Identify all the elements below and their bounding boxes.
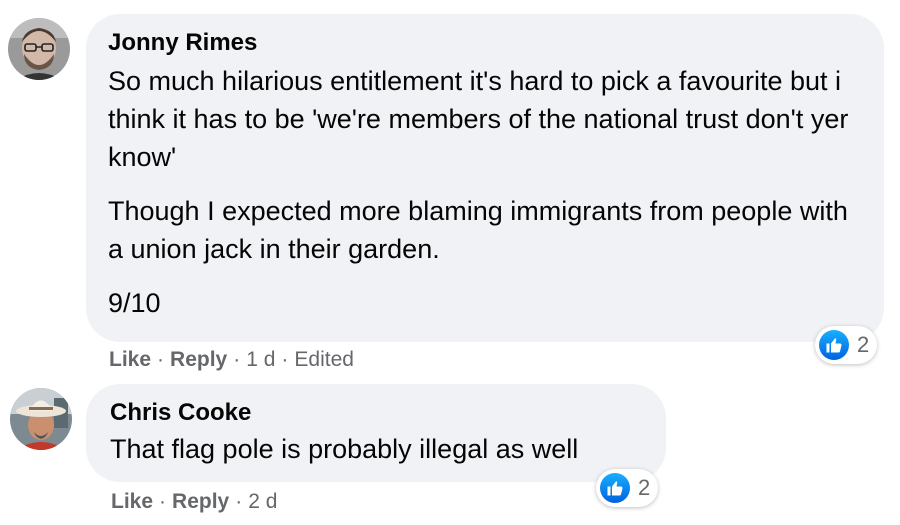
reply-button[interactable]: Reply [170,348,227,371]
comment-actions: Like · Reply · 1 d · Edited [109,348,354,371]
reaction-count: 2 [638,475,651,500]
reaction-summary[interactable]: 2 [596,469,659,507]
comment-author[interactable]: Jonny Rimes [108,28,860,58]
avatar[interactable] [8,18,70,80]
comment-actions: Like · Reply · 2 d [111,490,278,513]
avatar[interactable] [10,388,72,450]
timestamp[interactable]: 1 d [246,348,275,371]
timestamp[interactable]: 2 d [248,490,277,513]
reply-button[interactable]: Reply [172,490,229,513]
like-button[interactable]: Like [109,348,151,371]
thumbs-up-icon [600,473,630,503]
reaction-count: 2 [857,332,870,357]
edited-label[interactable]: Edited [294,348,354,371]
like-button[interactable]: Like [111,490,153,513]
reaction-summary[interactable]: 2 [815,326,878,364]
comment-text: That flag pole is probably illegal as we… [110,434,579,464]
comment-text: 9/10 [108,288,161,318]
comment-bubble: Chris Cooke That flag pole is probably i… [86,384,666,482]
comment-text: So much hilarious entitlement it's hard … [108,66,849,172]
comment-bubble: Jonny Rimes So much hilarious entitlemen… [86,14,884,342]
comment-author[interactable]: Chris Cooke [110,398,642,428]
thumbs-up-icon [819,330,849,360]
comment-text: Though I expected more blaming immigrant… [108,196,848,264]
